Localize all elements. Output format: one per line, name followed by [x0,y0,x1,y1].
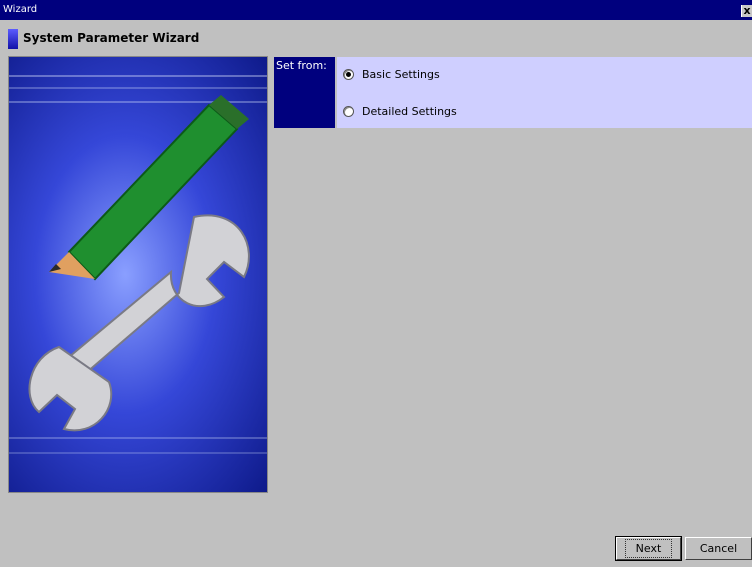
settings-options-panel: Basic Settings Detailed Settings [337,57,752,128]
next-button[interactable]: Next [615,536,682,561]
detailed-settings-option[interactable]: Detailed Settings [343,102,457,120]
cancel-button-label[interactable]: Cancel [700,542,737,555]
wizard-title: System Parameter Wizard [23,31,200,45]
radio-button-detailed[interactable] [343,105,354,117]
header-stripe-icon [8,29,18,49]
window-titlebar: Wizard x [0,0,752,20]
wizard-illustration [8,56,268,493]
basic-settings-option[interactable]: Basic Settings [343,65,440,83]
set-from-label: Set from: [274,57,335,128]
cancel-button[interactable]: Cancel [685,537,752,560]
radio-button-basic[interactable] [343,68,354,80]
wrench-icon [28,214,250,432]
next-button-label[interactable]: Next [624,539,673,558]
close-icon[interactable]: x [741,5,752,17]
wizard-header: System Parameter Wizard [8,28,308,50]
window-title: Wizard [3,4,38,15]
basic-settings-label[interactable]: Basic Settings [362,68,440,81]
detailed-settings-label[interactable]: Detailed Settings [362,105,457,118]
